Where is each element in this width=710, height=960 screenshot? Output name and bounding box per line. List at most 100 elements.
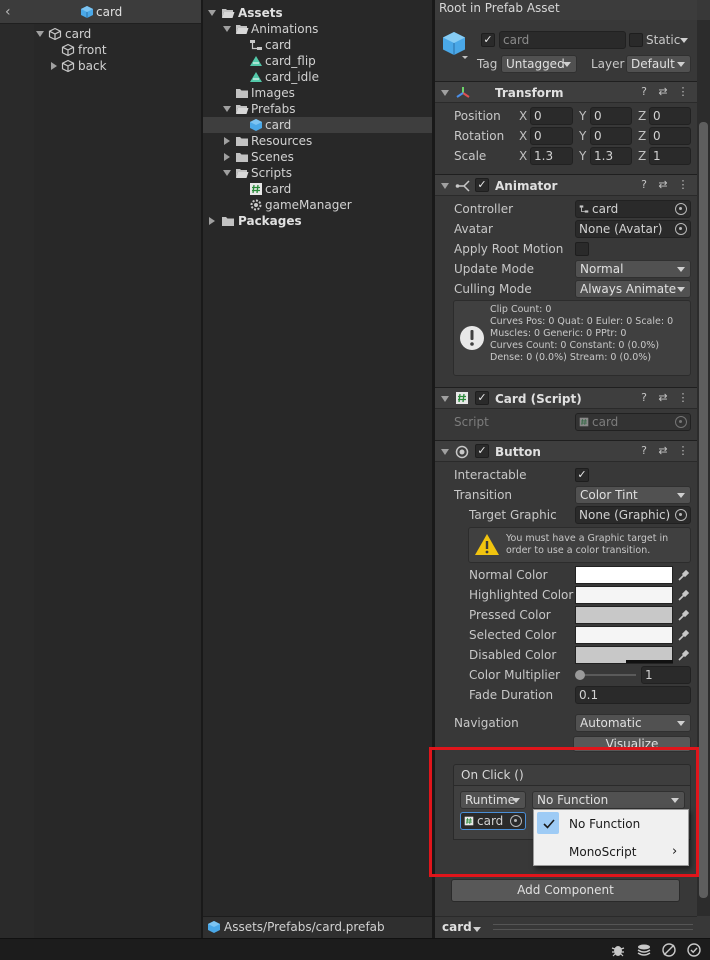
scrollbar-thumb[interactable] <box>699 122 708 898</box>
debug-bug-icon[interactable] <box>610 942 626 958</box>
card-script-header[interactable]: ✓ Card (Script) ? ⇄ ⋮ <box>435 387 697 409</box>
preset-icon[interactable]: ⇄ <box>657 179 669 191</box>
apply-root-motion-checkbox[interactable] <box>575 242 589 256</box>
active-checkbox[interactable]: ✓ <box>481 33 495 47</box>
target-graphic-field[interactable]: None (Graphic) <box>575 506 691 524</box>
color-multiplier-field[interactable]: 1 <box>641 666 691 684</box>
axis-x-label[interactable]: X <box>519 147 527 165</box>
navigation-dropdown[interactable]: Automatic <box>575 714 691 732</box>
object-name-field[interactable]: card <box>499 31 626 49</box>
preview-object-label[interactable]: card <box>442 920 472 934</box>
expanded-arrow-icon[interactable] <box>36 30 44 38</box>
project-folder-assets[interactable]: Assets <box>205 5 432 21</box>
layer-dropdown[interactable]: Default <box>626 55 691 73</box>
add-component-button[interactable]: Add Component <box>451 879 680 902</box>
axis-y-label[interactable]: Y <box>579 107 586 125</box>
project-folder-animations[interactable]: Animations <box>205 21 432 37</box>
normal-color-swatch[interactable] <box>575 566 673 584</box>
hierarchy-item-front[interactable]: front <box>34 42 201 58</box>
project-asset-card-flip[interactable]: card_flip <box>205 53 432 69</box>
controller-field[interactable]: card <box>575 200 691 218</box>
card-script-enabled-checkbox[interactable]: ✓ <box>475 391 489 405</box>
more-options-icon[interactable]: ⋮ <box>677 179 689 191</box>
more-options-icon[interactable]: ⋮ <box>677 445 689 457</box>
object-picker-icon[interactable] <box>675 203 687 215</box>
interactable-checkbox[interactable]: ✓ <box>575 468 589 482</box>
expanded-arrow-icon[interactable] <box>223 25 231 33</box>
axis-z-label[interactable]: Z <box>638 127 646 145</box>
collapsed-arrow-icon[interactable] <box>50 62 58 70</box>
rotation-x-field[interactable]: 0 <box>530 127 573 145</box>
expanded-arrow-icon[interactable] <box>208 9 216 17</box>
more-options-icon[interactable]: ⋮ <box>677 392 689 404</box>
position-y-field[interactable]: 0 <box>590 107 632 125</box>
animator-header[interactable]: ✓ Animator ? ⇄ ⋮ <box>435 174 697 196</box>
static-dropdown-caret-icon[interactable] <box>680 38 688 43</box>
project-asset-gamemanager[interactable]: gameManager <box>205 197 432 213</box>
project-folder-resources[interactable]: Resources <box>205 133 432 149</box>
selected-color-swatch[interactable] <box>575 626 673 644</box>
static-checkbox[interactable] <box>629 33 643 47</box>
color-multiplier-slider-thumb[interactable] <box>575 670 585 680</box>
preset-icon[interactable]: ⇄ <box>657 86 669 98</box>
avatar-field[interactable]: None (Avatar) <box>575 220 691 238</box>
animator-enabled-checkbox[interactable]: ✓ <box>475 178 489 192</box>
disabled-color-swatch[interactable] <box>575 646 673 664</box>
expanded-arrow-icon[interactable] <box>441 395 449 403</box>
update-mode-dropdown[interactable]: Normal <box>575 260 691 278</box>
button-component-header[interactable]: ✓ Button ? ⇄ ⋮ <box>435 440 697 462</box>
eyedropper-icon[interactable] <box>677 588 691 602</box>
position-x-field[interactable]: 0 <box>530 107 573 125</box>
rotation-y-field[interactable]: 0 <box>590 127 632 145</box>
transition-dropdown[interactable]: Color Tint <box>575 486 691 504</box>
eyedropper-icon[interactable] <box>677 608 691 622</box>
expanded-arrow-icon[interactable] <box>223 105 231 113</box>
tag-dropdown[interactable]: Untagged <box>501 55 577 73</box>
scale-x-field[interactable]: 1.3 <box>530 147 573 165</box>
object-picker-icon[interactable] <box>675 509 687 521</box>
transform-header[interactable]: Transform ? ⇄ ⋮ <box>435 81 697 103</box>
eyedropper-icon[interactable] <box>677 568 691 582</box>
collapsed-arrow-icon[interactable] <box>223 137 231 145</box>
hierarchy-item-back[interactable]: back <box>34 58 201 74</box>
axis-z-label[interactable]: Z <box>638 107 646 125</box>
object-picker-icon[interactable] <box>675 223 687 235</box>
scale-z-field[interactable]: 1 <box>649 147 691 165</box>
project-folder-packages[interactable]: Packages <box>205 213 432 229</box>
eyedropper-icon[interactable] <box>677 648 691 662</box>
preset-icon[interactable]: ⇄ <box>657 445 669 457</box>
axis-x-label[interactable]: X <box>519 127 527 145</box>
culling-mode-dropdown[interactable]: Always Animate <box>575 280 691 298</box>
help-icon[interactable]: ? <box>638 392 650 404</box>
axis-y-label[interactable]: Y <box>579 147 586 165</box>
highlighted-color-swatch[interactable] <box>575 586 673 604</box>
color-multiplier-slider-track[interactable] <box>580 674 636 676</box>
button-enabled-checkbox[interactable]: ✓ <box>475 444 489 458</box>
axis-z-label[interactable]: Z <box>638 147 646 165</box>
position-z-field[interactable]: 0 <box>649 107 691 125</box>
collapsed-arrow-icon[interactable] <box>208 217 216 225</box>
hierarchy-item-card[interactable]: card <box>34 26 201 42</box>
collapsed-arrow-icon[interactable] <box>223 153 231 161</box>
expanded-arrow-icon[interactable] <box>441 89 449 97</box>
help-icon[interactable]: ? <box>638 445 650 457</box>
axis-y-label[interactable]: Y <box>579 127 586 145</box>
eyedropper-icon[interactable] <box>677 628 691 642</box>
scale-y-field[interactable]: 1.3 <box>590 147 632 165</box>
layers-icon[interactable] <box>636 942 652 958</box>
expanded-arrow-icon[interactable] <box>441 448 449 456</box>
expanded-arrow-icon[interactable] <box>223 169 231 177</box>
project-folder-scripts[interactable]: Scripts <box>205 165 432 181</box>
fade-duration-field[interactable]: 0.1 <box>575 686 691 704</box>
axis-x-label[interactable]: X <box>519 107 527 125</box>
project-folder-images[interactable]: Images <box>205 85 432 101</box>
auto-generate-lighting-icon[interactable] <box>661 942 677 958</box>
project-asset-card-script[interactable]: card <box>205 181 432 197</box>
check-circle-icon[interactable] <box>686 942 702 958</box>
rotation-z-field[interactable]: 0 <box>649 127 691 145</box>
chevron-down-icon[interactable] <box>473 927 481 932</box>
project-asset-card-prefab[interactable]: card <box>203 117 432 133</box>
help-icon[interactable]: ? <box>638 179 650 191</box>
project-asset-card-idle[interactable]: card_idle <box>205 69 432 85</box>
back-arrow-icon[interactable]: ‹ <box>5 4 11 20</box>
